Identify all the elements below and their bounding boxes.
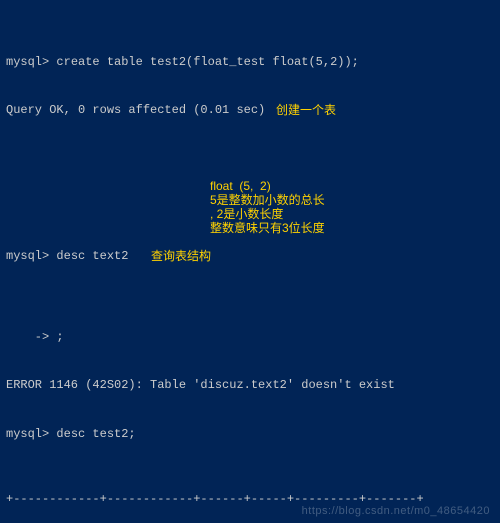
cmd-desc-wrong: desc text2 (49, 249, 128, 263)
cont-prompt: -> (6, 330, 49, 344)
cont-semi: ; (49, 330, 63, 344)
cmd-create-table: create table test2(float_test float(5,2)… (49, 55, 359, 69)
watermark: https://blog.csdn.net/m0_48654420 (302, 504, 490, 519)
line: mysql> desc text2 查询表结构 (6, 248, 494, 297)
error-1146: ERROR 1146 (42S02): Table 'discuz.text2'… (6, 378, 395, 392)
line: mysql> desc test2; (6, 426, 494, 442)
line: -> ; (6, 329, 494, 345)
line: ERROR 1146 (42S02): Table 'discuz.text2'… (6, 377, 494, 393)
prompt: mysql> (6, 249, 49, 263)
prompt: mysql> (6, 55, 49, 69)
line: mysql> create table test2(float_test flo… (6, 54, 494, 70)
note-float-4: 整数意味只有3位长度 (210, 220, 325, 236)
prompt: mysql> (6, 427, 49, 441)
note-desc-struct: 查询表结构 (151, 248, 211, 264)
note-create-table: 创建一个表 (276, 102, 336, 118)
line: Query OK, 0 rows affected (0.01 sec) 创建一… (6, 102, 494, 151)
terminal[interactable]: mysql> create table test2(float_test flo… (0, 0, 500, 523)
response: Query OK, 0 rows affected (0.01 sec) (6, 103, 265, 117)
cmd-desc-ok: desc test2; (49, 427, 135, 441)
